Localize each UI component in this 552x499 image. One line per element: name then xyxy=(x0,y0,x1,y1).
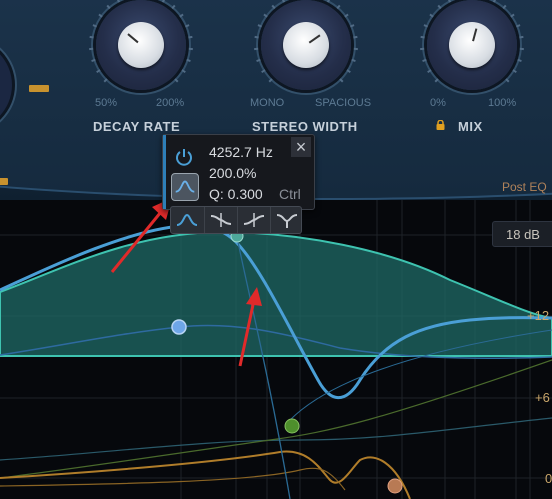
close-icon[interactable]: × xyxy=(291,137,311,157)
eq-node-low[interactable] xyxy=(171,319,187,335)
bell-icon xyxy=(175,180,195,193)
db-label-zero: 0 xyxy=(545,471,552,486)
band-gain: 200.0% xyxy=(209,165,257,181)
low-shelf-icon[interactable] xyxy=(204,207,237,233)
eq-node-orange[interactable] xyxy=(387,478,403,494)
db-range-selector[interactable]: 18 dB xyxy=(492,221,552,247)
db-label-plus6: +6 xyxy=(535,390,550,405)
post-eq-label: Post EQ xyxy=(502,180,547,194)
band-shape-button[interactable] xyxy=(171,173,199,201)
shape-selector xyxy=(170,206,302,234)
bell-icon[interactable] xyxy=(171,207,203,233)
post-eq-area xyxy=(0,230,552,357)
notch-icon[interactable] xyxy=(270,207,303,233)
eq-node-green[interactable] xyxy=(284,418,300,434)
gold-band-curve xyxy=(0,450,411,499)
db-label-plus12: +12 xyxy=(527,308,550,323)
band-popup: 4252.7 Hz 200.0% Q: 0.300 Ctrl × xyxy=(162,134,315,210)
power-icon[interactable] xyxy=(174,147,194,167)
band-frequency: 4252.7 Hz xyxy=(209,144,273,160)
high-shelf-icon[interactable] xyxy=(237,207,270,233)
eq-graph[interactable] xyxy=(0,0,552,499)
popup-accent-bar xyxy=(163,135,166,209)
modifier-hint: Ctrl xyxy=(279,186,301,202)
band-q: Q: 0.300 xyxy=(209,186,263,202)
